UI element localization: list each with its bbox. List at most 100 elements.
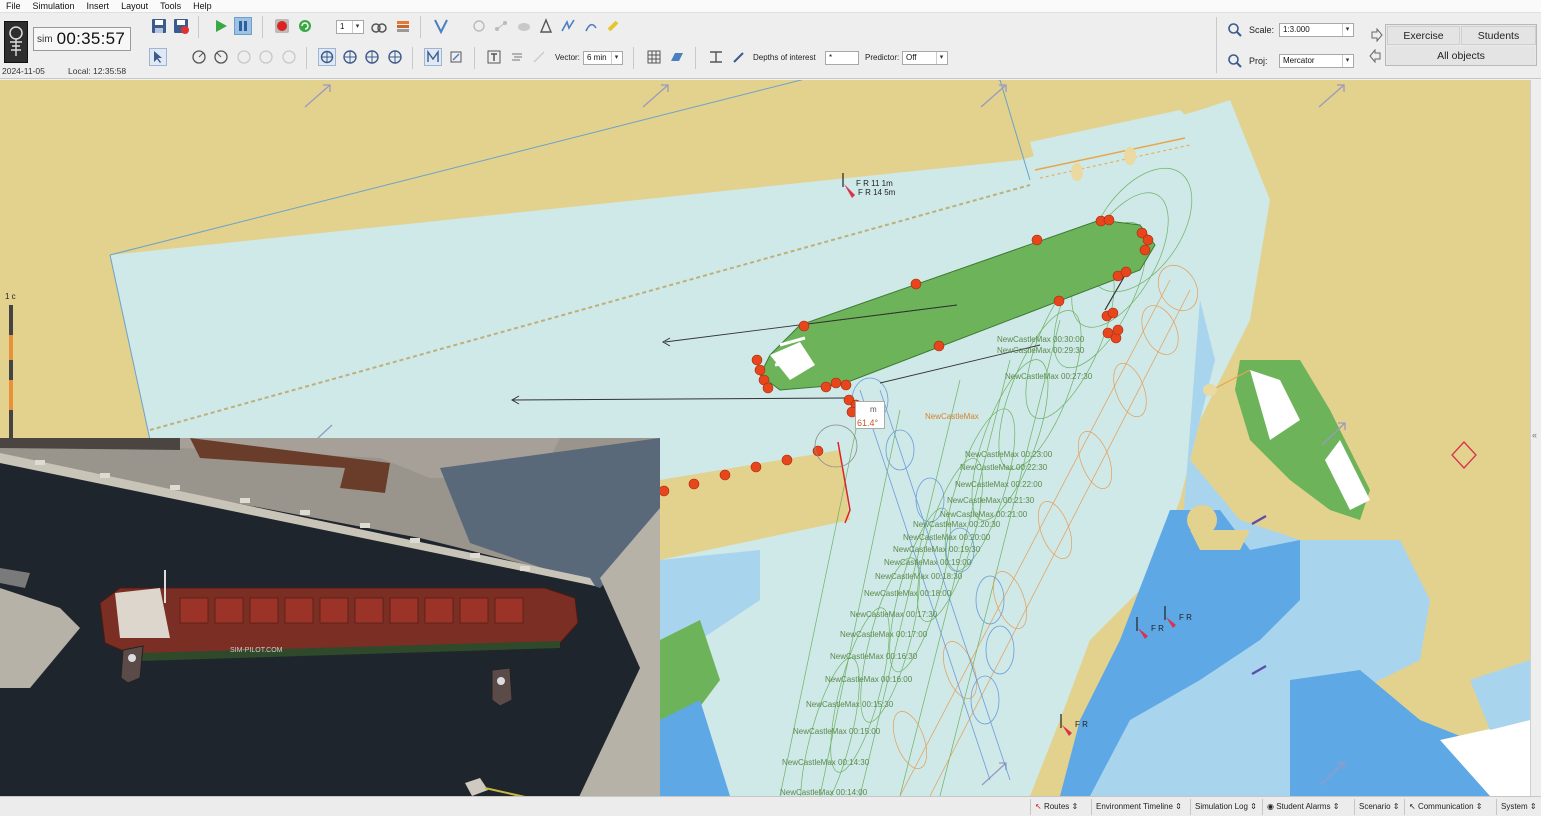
track-label: NewCastleMax 00:27:30	[1005, 372, 1093, 381]
measure-icon[interactable]	[470, 17, 488, 35]
waypoint-icon[interactable]	[492, 17, 510, 35]
cloud-icon[interactable]	[515, 17, 533, 35]
compass-5-icon[interactable]	[280, 48, 298, 66]
diamond-marker	[1451, 441, 1477, 469]
play-icon[interactable]	[212, 17, 230, 35]
track-label: NewCastleMax 00:16:30	[830, 652, 918, 661]
collapse-panel-strip[interactable]: «	[1530, 80, 1541, 796]
cursor-readout-box: m 61.4°	[855, 401, 885, 429]
status-tab-communication[interactable]: ↖ Communication ⇕	[1404, 799, 1488, 815]
arrow-right-icon[interactable]	[1367, 26, 1385, 44]
scale-select[interactable]: 1:3.000 ▾	[1279, 23, 1354, 37]
tab-exercise[interactable]: Exercise	[1387, 26, 1460, 45]
track-label: NewCastleMax 00:23:00	[965, 450, 1053, 459]
status-tab-routes[interactable]: ↖ Routes ⇕	[1030, 799, 1085, 815]
menu-simulation[interactable]: Simulation	[27, 1, 81, 11]
pointer-icon: ↖	[1035, 802, 1042, 811]
current-arrow	[1318, 84, 1345, 108]
depth-probe-icon[interactable]	[730, 48, 748, 66]
compass-3-icon[interactable]	[235, 48, 253, 66]
status-tab-label: Student Alarms	[1276, 802, 1331, 811]
save-as-icon[interactable]	[172, 17, 190, 35]
status-tab-label: Scenario	[1359, 802, 1391, 811]
menu-tools[interactable]: Tools	[154, 1, 187, 11]
vector-value: 6 min	[587, 53, 607, 62]
arrow-left-icon[interactable]	[1367, 47, 1385, 65]
status-tab-scenario[interactable]: Scenario ⇕	[1354, 799, 1402, 815]
view-head-up-icon[interactable]	[341, 48, 359, 66]
buoy-icon[interactable]	[537, 17, 555, 35]
speed-select[interactable]: 1 ▾	[336, 20, 364, 34]
marker-icon[interactable]	[604, 17, 622, 35]
light-label: F R	[1075, 720, 1088, 729]
3d-view-panel[interactable]: SIM-PILOT.COM	[0, 438, 660, 816]
vector-select[interactable]: 6 min ▾	[583, 51, 623, 65]
sim-clock-box: sim 00:35:57	[33, 27, 131, 51]
chart-symbols-icon[interactable]	[424, 48, 442, 66]
track-label: NewCastleMax 00:18:00	[864, 589, 952, 598]
menu-file[interactable]: File	[0, 1, 27, 11]
track-label: NewCastleMax 00:21:30	[947, 496, 1035, 505]
grid-icon[interactable]	[645, 48, 663, 66]
view-course-up-icon[interactable]	[363, 48, 381, 66]
alarm-icon: ◉	[1267, 802, 1274, 811]
status-tab-student-alarms[interactable]: ◉ Student Alarms ⇕	[1262, 799, 1346, 815]
proj-select[interactable]: Mercator ▾	[1279, 54, 1354, 68]
depth-area-icon[interactable]	[668, 48, 686, 66]
current-arrow	[304, 84, 331, 108]
mooring-dolphin	[1124, 147, 1136, 165]
menu-insert[interactable]: Insert	[81, 1, 116, 11]
save-icon[interactable]	[150, 17, 168, 35]
select-cursor-icon[interactable]	[149, 48, 167, 66]
vector-label: Vector:	[555, 53, 580, 62]
track-label: NewCastleMax 00:17:00	[840, 630, 928, 639]
chevron-left-icon[interactable]: «	[1532, 430, 1537, 440]
chevron-down-icon: ▾	[352, 21, 362, 33]
current-icon[interactable]	[530, 48, 548, 66]
route-icon[interactable]	[559, 17, 577, 35]
depths-input[interactable]: *	[825, 51, 859, 65]
compass-icon[interactable]	[190, 48, 208, 66]
predictor-label: Predictor:	[865, 53, 900, 62]
track-label: NewCastleMax 00:15:30	[806, 700, 894, 709]
current-arrow-purple	[1251, 514, 1267, 526]
3d-tug-2	[491, 667, 513, 707]
tide-icon[interactable]	[485, 48, 503, 66]
scale-value: 1:3.000	[1283, 25, 1310, 34]
wind-icon[interactable]	[508, 48, 526, 66]
track-icon[interactable]	[582, 17, 600, 35]
view-relative-icon[interactable]	[386, 48, 404, 66]
zoom-out-icon[interactable]	[1226, 52, 1244, 70]
chart-layers-icon[interactable]	[447, 48, 465, 66]
binoculars-icon[interactable]	[370, 17, 388, 35]
menu-layout[interactable]: Layout	[115, 1, 154, 11]
track-label: NewCastleMax 00:14:30	[782, 758, 870, 767]
status-tab-label: System	[1501, 802, 1528, 811]
mooring-dolphin	[1071, 163, 1083, 181]
record-icon[interactable]	[273, 17, 291, 35]
track-label: NewCastleMax 00:14:00	[780, 788, 868, 796]
pause-icon[interactable]	[234, 17, 252, 35]
replay-icon[interactable]	[296, 17, 314, 35]
proj-value: Mercator	[1283, 56, 1315, 65]
current-arrow	[980, 84, 1007, 108]
track-label: NewCastleMax 00:18:30	[875, 572, 963, 581]
mooring-dolphin	[1203, 384, 1217, 396]
object-tabs: Exercise Students All objects	[1385, 24, 1537, 66]
all-objects-button[interactable]: All objects	[1387, 47, 1535, 65]
compass-4-icon[interactable]	[257, 48, 275, 66]
depths-value: *	[829, 53, 833, 62]
status-tab-simulation-log[interactable]: Simulation Log ⇕	[1190, 799, 1260, 815]
predictor-select[interactable]: Off ▾	[902, 51, 948, 65]
menu-help[interactable]: Help	[187, 1, 218, 11]
status-tab-label: Environment Timeline	[1096, 802, 1173, 811]
status-tab-system[interactable]: System ⇕	[1496, 799, 1540, 815]
zoom-in-icon[interactable]	[1226, 21, 1244, 39]
layers-icon[interactable]	[394, 17, 412, 35]
vessel-tool-icon[interactable]	[432, 17, 450, 35]
tab-students[interactable]: Students	[1461, 26, 1536, 45]
status-tab-environment-timeline[interactable]: Environment Timeline ⇕	[1091, 799, 1188, 815]
depth-contour-icon[interactable]	[707, 48, 725, 66]
compass-2-icon[interactable]	[212, 48, 230, 66]
view-north-up-icon[interactable]	[318, 48, 336, 66]
